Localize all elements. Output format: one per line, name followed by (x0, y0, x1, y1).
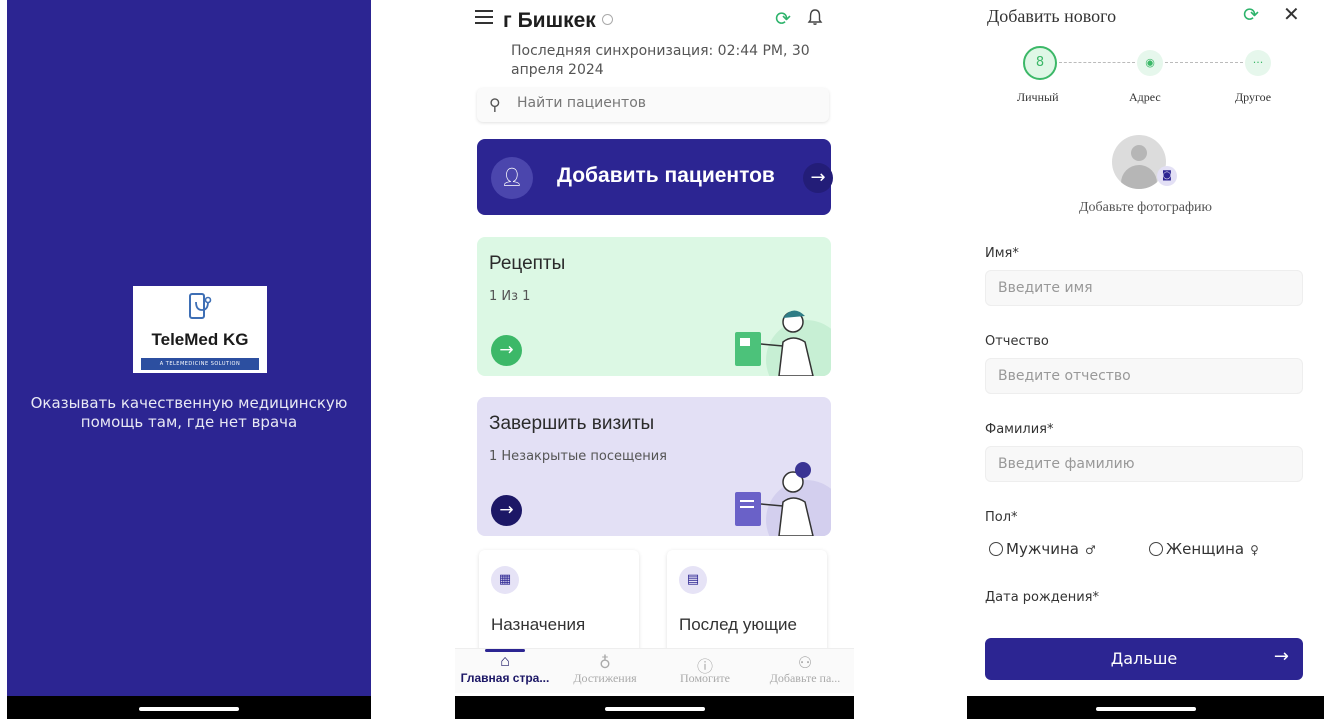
step-personal-icon[interactable]: 8 (1023, 46, 1057, 80)
home-icon: ⌂ (500, 653, 510, 670)
arrow-right-icon[interactable]: → (491, 495, 522, 526)
system-nav-bar (7, 696, 371, 719)
arrow-right-icon[interactable]: → (491, 335, 522, 366)
home-gesture-bar[interactable] (1095, 707, 1196, 711)
step-label-personal: Личный (1017, 90, 1059, 104)
splash-screen: TeleMed KG A TELEMEDICINE SOLUTION Оказы… (7, 0, 371, 719)
active-tab-indicator (485, 649, 525, 652)
prescriptions-card[interactable]: Рецепты 1 Из 1 → (477, 237, 831, 376)
search-icon: ⚲ (489, 95, 501, 114)
arrow-right-icon: → (803, 163, 833, 193)
step-connector (1059, 62, 1135, 63)
doctor-illustration (735, 310, 831, 376)
phone-stethoscope-icon (189, 293, 212, 319)
last-name-label: Фамилия* (985, 422, 1054, 437)
radio-label: Мужчина (1006, 540, 1079, 558)
add-user-icon: ⚇ (797, 655, 813, 672)
bell-icon[interactable] (807, 8, 823, 26)
female-icon: ♀ (1250, 543, 1259, 557)
close-icon[interactable]: ✕ (1283, 2, 1300, 26)
bottom-tab-bar: ⌂ Главная стра... ♁ Достижения ⓘ Помогит… (455, 648, 854, 693)
tab-add-patient[interactable]: ⚇ Добавьте па... (755, 649, 854, 693)
city-name[interactable]: г Бишкек (503, 9, 596, 33)
mini-card-label: Назначения (491, 615, 586, 634)
tab-label: Достижения (573, 671, 637, 685)
complete-visits-card[interactable]: Завершить визиты 1 Незакрытые посещения … (477, 397, 831, 536)
calendar-icon: ▦ (491, 566, 519, 594)
card-title: Рецепты (489, 253, 566, 274)
award-icon: ♁ (599, 655, 611, 672)
camera-icon[interactable]: ◙ (1157, 166, 1177, 186)
dob-label: Дата рождения* (985, 590, 1099, 605)
mini-card-label: Послед ующие (679, 615, 798, 634)
tab-label: Добавьте па... (769, 671, 841, 685)
tab-label: Помогите (680, 671, 730, 685)
first-name-label: Имя* (985, 246, 1019, 261)
tab-home[interactable]: ⌂ Главная стра... (455, 649, 555, 693)
arrow-right-icon: → (1273, 646, 1289, 667)
page-title: Добавить нового (987, 6, 1117, 26)
search-placeholder: Найти пациентов (517, 95, 647, 111)
logo-text: TeleMed KG (151, 330, 249, 349)
system-nav-bar (455, 696, 854, 719)
step-label-other: Другое (1235, 90, 1272, 104)
step-connector (1165, 62, 1243, 63)
next-button[interactable]: Дальше → (985, 638, 1303, 680)
splash-tagline: Оказывать качественную медицинскую помощ… (30, 394, 348, 431)
card-subtitle: 1 Незакрытые посещения (489, 449, 668, 464)
next-button-label: Дальше (1110, 649, 1178, 668)
gender-male-radio[interactable]: Мужчина ♂ (989, 540, 1096, 558)
gender-female-radio[interactable]: Женщина ♀ (1149, 540, 1259, 558)
card-title: Завершить визиты (489, 413, 655, 434)
doctor-illustration (735, 462, 831, 536)
add-user-icon: 👤︎ (491, 157, 533, 199)
tab-achievements[interactable]: ♁ Достижения (555, 649, 655, 693)
patronymic-input[interactable]: Введите отчество (985, 358, 1303, 394)
location-icon (602, 14, 613, 25)
follow-ups-card[interactable]: ▤ Послед ующие (667, 550, 827, 660)
add-patients-label: Добавить пациентов (557, 164, 775, 187)
add-photo-label[interactable]: Добавьте фотографию (967, 200, 1324, 216)
sync-icon[interactable]: ⟳ (1243, 4, 1259, 26)
first-name-input[interactable]: Введите имя (985, 270, 1303, 306)
add-patient-form-screen: Добавить нового ⟳ ✕ 8 ◉ ··· Личный Адрес… (967, 0, 1324, 719)
app-logo: TeleMed KG A TELEMEDICINE SOLUTION (133, 286, 267, 373)
appointments-card[interactable]: ▦ Назначения (479, 550, 639, 660)
form-stepper: 8 ◉ ··· Личный Адрес Другое (967, 46, 1324, 106)
logo-subtitle: A TELEMEDICINE SOLUTION (141, 358, 259, 370)
male-icon: ♂ (1084, 543, 1096, 557)
add-patients-button[interactable]: 👤︎ Добавить пациентов → (477, 139, 833, 215)
last-name-input[interactable]: Введите фамилию (985, 446, 1303, 482)
list-icon: ▤ (679, 566, 707, 594)
hamburger-menu-icon[interactable] (475, 10, 493, 26)
card-subtitle: 1 Из 1 (489, 289, 531, 304)
home-screen: г Бишкек ⟳ Последняя синхронизация: 02:4… (455, 0, 854, 719)
search-bar[interactable]: ⚲ Найти пациентов (477, 88, 829, 122)
tab-label: Главная стра... (460, 671, 550, 685)
sync-icon[interactable]: ⟳ (775, 8, 791, 30)
gender-radio-group: Мужчина ♂ Женщина ♀ (989, 540, 1324, 564)
system-nav-bar (967, 696, 1324, 719)
tab-help[interactable]: ⓘ Помогите (655, 649, 755, 693)
step-label-address: Адрес (1129, 90, 1161, 104)
last-sync-text: Последняя синхронизация: 02:44 PM, 30 ап… (511, 43, 810, 78)
step-address-icon[interactable]: ◉ (1137, 50, 1163, 76)
radio-label: Женщина (1166, 540, 1245, 558)
step-other-icon[interactable]: ··· (1245, 50, 1271, 76)
home-header: г Бишкек ⟳ Последняя синхронизация: 02:4… (455, 0, 854, 90)
help-icon: ⓘ (696, 659, 713, 676)
patronymic-label: Отчество (985, 334, 1049, 349)
gender-label: Пол* (985, 510, 1018, 525)
home-gesture-bar[interactable] (139, 707, 239, 711)
home-gesture-bar[interactable] (604, 707, 705, 711)
